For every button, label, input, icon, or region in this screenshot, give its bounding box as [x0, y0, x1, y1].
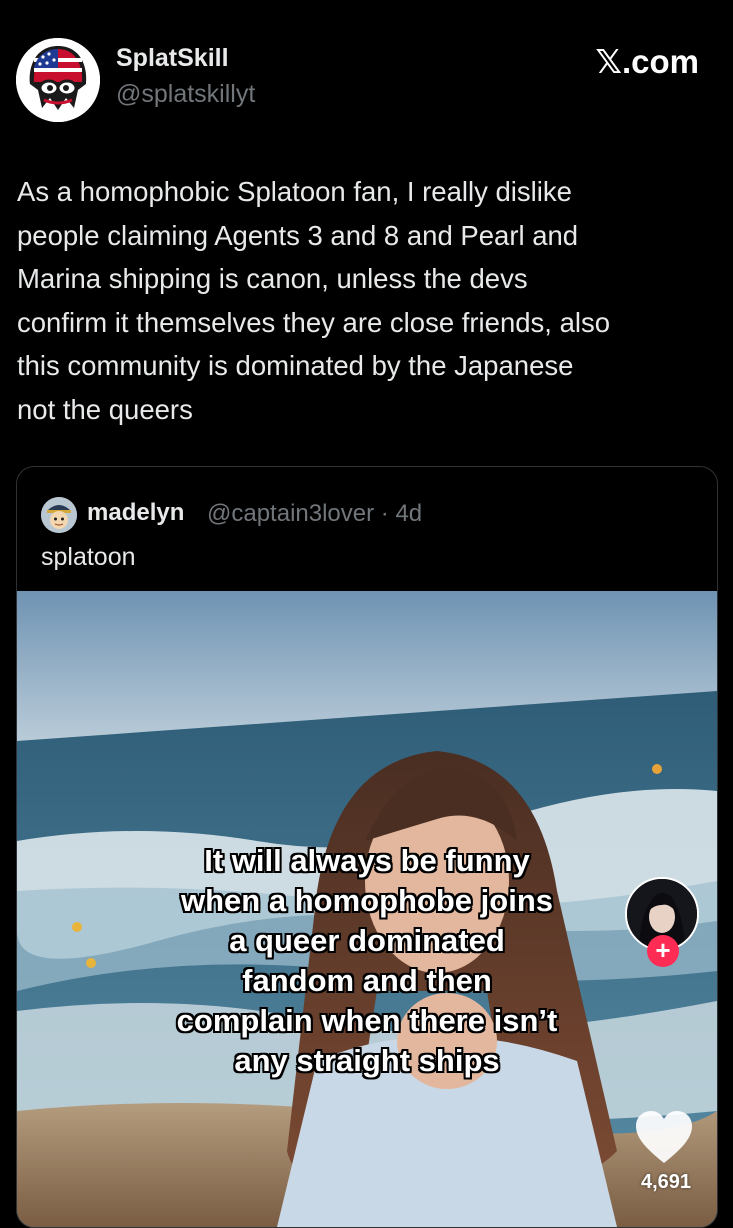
- quoted-author-name[interactable]: madelyn: [87, 499, 184, 527]
- heart-icon[interactable]: [634, 1109, 694, 1165]
- video-caption: It will always be funny when a homophobe…: [127, 841, 607, 1081]
- caption-line: when a homophobe joins: [181, 883, 553, 918]
- caption-line: It will always be funny: [204, 843, 530, 878]
- captain-avatar-icon: [41, 497, 77, 533]
- quoted-tweet-card[interactable]: madelyn @captain3lover · 4d splatoon It …: [16, 466, 718, 1228]
- quoted-tweet-text: splatoon: [41, 543, 136, 571]
- quoted-author-meta[interactable]: @captain3lover · 4d: [207, 500, 422, 528]
- follow-plus-icon[interactable]: +: [647, 935, 679, 967]
- caption-line: fandom and then: [242, 963, 492, 998]
- caption-line: complain when there isn’t: [176, 1003, 558, 1038]
- caption-line: a queer dominated: [229, 923, 505, 958]
- caption-line: any straight ships: [234, 1043, 500, 1078]
- quoted-video-media[interactable]: It will always be funny when a homophobe…: [17, 591, 717, 1227]
- tweet-text: As a homophobic Splatoon fan, I really d…: [17, 176, 611, 425]
- author-avatar[interactable]: [16, 38, 100, 122]
- x-logo-label: 𝕏.com: [595, 43, 699, 80]
- like-count: 4,691: [640, 1171, 692, 1193]
- post-header: SplatSkill @splatskillyt 𝕏.com: [0, 0, 733, 140]
- squid-flag-avatar-icon: [16, 38, 100, 122]
- author-display-name[interactable]: SplatSkill: [116, 44, 229, 73]
- author-handle[interactable]: @splatskillyt: [116, 80, 255, 109]
- quoted-author-avatar[interactable]: [41, 497, 77, 533]
